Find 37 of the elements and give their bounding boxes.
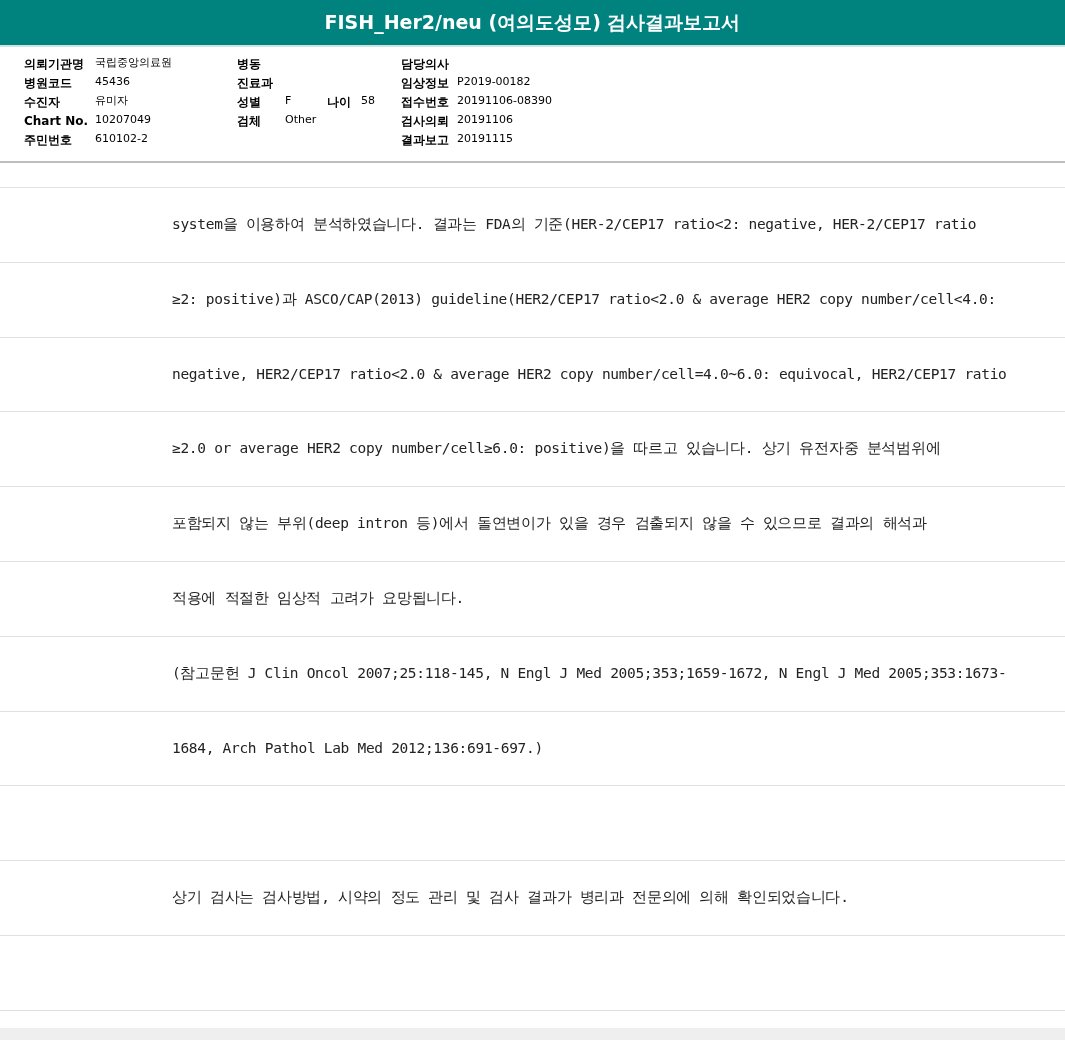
field-value: 610102-2 xyxy=(95,131,148,148)
field-label: 진료과 xyxy=(237,74,274,92)
report-text: system을 이용하여 분석하였습니다. 결과는 FDA의 기준(HER-2/CEP17 ratio<2: negative, HER-2/CEP17 ratio xyxy=(172,215,977,234)
title-bar: FISH_Her2/neu (여의도성모) 검사결과보고서 xyxy=(0,0,1065,47)
field-label: 임상정보 xyxy=(401,74,450,92)
field-value: F xyxy=(285,93,292,110)
field-label: 주민번호 xyxy=(24,131,73,149)
field-label: 병원코드 xyxy=(24,74,73,92)
report-text: ≥2.0 or average HER2 copy number/cell≥6.0: positive)을 따르고 있습니다. 상기 유전자중 분석범위에 xyxy=(172,439,941,459)
field-label: 담당의사 xyxy=(401,55,450,73)
field-value: 45436 xyxy=(95,74,130,91)
field-label: 접수번호 xyxy=(401,93,450,111)
report-text: negative, HER2/CEP17 ratio<2.0 & average HER2 copy number/cell=4.0~6.0: equivocal, HER2/CEP17 ratio xyxy=(172,364,1007,384)
field-label: 의뢰기관명 xyxy=(24,55,85,73)
field-value: 58 xyxy=(361,93,375,110)
field-label: 성별 xyxy=(237,93,262,111)
field-value: 유미자 xyxy=(95,93,128,110)
field-label: 검체 xyxy=(237,112,262,130)
field-value: 20191115 xyxy=(457,131,513,148)
field-value: 20191106-08390 xyxy=(457,93,552,110)
field-value: Other xyxy=(285,112,317,129)
field-label: 결과보고 xyxy=(401,131,450,149)
field-label: 병동 xyxy=(237,55,262,73)
field-label: 검사의뢰 xyxy=(401,112,450,130)
report-text: 적용에 적절한 임상적 고려가 요망됩니다. xyxy=(172,589,465,608)
field-value: 20191106 xyxy=(457,112,513,129)
field-label: 나이 xyxy=(327,93,352,111)
field-label: 수진자 xyxy=(24,93,61,111)
report-text: ≥2: positive)과 ASCO/CAP(2013) guideline(HER2/CEP17 ratio<2.0 & average HER2 copy number/cell<4.0: xyxy=(172,289,996,309)
report-text: 1684, Arch Pathol Lab Med 2012;136:691-697.) xyxy=(172,738,543,758)
field-value: P2019-00182 xyxy=(457,74,531,91)
report-text: 포함되지 않는 부위(deep intron 등)에서 돌연변이가 있을 경우 검출되지 않을 수 있으므로 결과의 해석과 xyxy=(172,514,927,534)
field-label: Chart No. xyxy=(24,112,90,130)
field-value: 국립중앙의료원 xyxy=(95,55,172,72)
report-text: 상기 검사는 검사방법, 시약의 정도 관리 및 검사 결과가 병리과 전문의에 의해 확인되었습니다. xyxy=(172,888,849,908)
field-value: 10207049 xyxy=(95,112,151,129)
report-text: (참고문헌 J Clin Oncol 2007;25:118-145, N Engl J Med 2005;353;1659-1672, N Engl J Med 2005;353:1673- xyxy=(172,663,1007,683)
